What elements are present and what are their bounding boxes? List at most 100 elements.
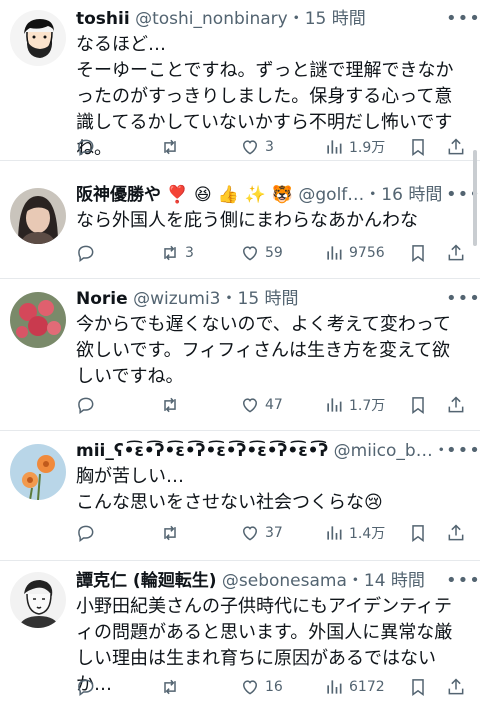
author-name[interactable]: Norie <box>76 289 128 309</box>
view-count: 1.7万 <box>349 398 386 414</box>
share-icon <box>448 524 464 541</box>
retweet-button[interactable] <box>160 392 185 418</box>
like-count: 16 <box>265 679 283 695</box>
like-button[interactable]: 37 <box>240 520 283 546</box>
like-count: 59 <box>265 245 283 261</box>
reply-feed: toshii @toshi_nonbinary・15 時間 ••• なるほど… … <box>0 0 480 708</box>
more-dots-icon[interactable]: ••• <box>446 6 480 32</box>
share-button[interactable] <box>446 392 466 418</box>
reply-text: 胸が苦しい… こんな思いをさせない社会つくらな😢 <box>76 466 383 513</box>
views-button[interactable]: 1.9万 <box>324 134 385 160</box>
share-button[interactable] <box>446 240 466 266</box>
author-name[interactable]: toshii <box>76 9 130 29</box>
like-count: 37 <box>265 525 283 541</box>
post-time[interactable]: ・14 時間 <box>347 571 425 591</box>
share-icon <box>448 678 464 695</box>
scrollbar[interactable] <box>473 150 477 246</box>
post-time[interactable]: ・15 時間 <box>288 9 366 29</box>
reply-item[interactable]: 譚克仁 (輪廻転生) @sebonesama・14 時間 ••• 小野田紀美さん… <box>0 560 480 708</box>
author-name[interactable]: 阪神優勝や ❣️ 😆 👍 ✨ 🐯 <box>76 185 293 205</box>
view-count: 6172 <box>349 679 385 695</box>
retweet-button[interactable]: 3 <box>160 240 194 266</box>
share-button[interactable] <box>446 134 466 160</box>
action-bar: 3 1.9万 <box>76 134 466 160</box>
like-button[interactable]: 59 <box>240 240 283 266</box>
more-dots-icon[interactable]: ••• <box>446 568 480 594</box>
views-button[interactable]: 6172 <box>324 674 385 700</box>
reply-button[interactable] <box>76 392 101 418</box>
bookmark-button[interactable] <box>408 674 428 700</box>
views-bar-icon <box>327 398 342 412</box>
heart-icon <box>242 526 258 541</box>
reply-bubble-icon <box>78 397 94 414</box>
woman-photo-avatar[interactable] <box>10 188 66 244</box>
like-button[interactable]: 47 <box>240 392 283 418</box>
author-handle[interactable]: @wizumi3 <box>133 289 220 309</box>
reply-header: Norie @wizumi3・15 時間 <box>76 286 444 312</box>
author-handle[interactable]: @toshi_nonbinary <box>135 9 288 29</box>
author-handle[interactable]: @golf… <box>298 185 364 205</box>
reply-item[interactable]: 阪神優勝や ❣️ 😆 👍 ✨ 🐯 @golf…・16 時間 ••• なら外国人を… <box>0 160 480 279</box>
bookmark-button[interactable] <box>408 134 428 160</box>
share-icon <box>448 396 464 413</box>
retweet-count: 3 <box>185 245 194 261</box>
retweet-button[interactable] <box>160 674 185 700</box>
author-name[interactable]: mii_ʕ•͡ɛ•͡ʔ•͡ɛ•͡ʔ•͡ɛ•͡ʔ•͡ɛ•͡ʔ•͡ɛ•͡ʔ <box>76 441 328 461</box>
more-dots-icon[interactable]: ••• <box>446 438 480 464</box>
sketch-man-avatar[interactable] <box>10 572 66 628</box>
reply-text: 今からでも遅くないので、よく考えて変わって欲しいです。フィフィさんは生き方を変え… <box>76 314 451 387</box>
bookmark-button[interactable] <box>408 392 428 418</box>
views-button[interactable]: 1.4万 <box>324 520 385 546</box>
reply-button[interactable] <box>76 240 101 266</box>
red-flowers-avatar[interactable] <box>10 292 66 348</box>
author-name[interactable]: 譚克仁 (輪廻転生) <box>76 571 216 591</box>
orange-flower-avatar[interactable] <box>10 444 66 500</box>
bookmark-icon <box>412 525 424 542</box>
reply-bubble-icon <box>78 245 94 262</box>
bookmark-icon <box>412 397 424 414</box>
like-button[interactable]: 3 <box>240 134 274 160</box>
view-count: 1.4万 <box>349 526 386 542</box>
heart-icon <box>242 246 258 261</box>
retweet-icon <box>164 679 176 695</box>
view-count: 9756 <box>349 245 385 261</box>
views-button[interactable]: 9756 <box>324 240 385 266</box>
retweet-button[interactable] <box>160 134 185 160</box>
share-button[interactable] <box>446 674 466 700</box>
reply-item[interactable]: Norie @wizumi3・15 時間 ••• 今からでも遅くないので、よく考… <box>0 278 480 431</box>
reply-header: 阪神優勝や ❣️ 😆 👍 ✨ 🐯 @golf…・16 時間 <box>76 182 444 208</box>
like-button[interactable]: 16 <box>240 674 283 700</box>
bookmark-icon <box>412 245 424 262</box>
post-time[interactable]: ・16 時間 <box>433 441 444 461</box>
views-button[interactable]: 1.7万 <box>324 392 385 418</box>
bookmark-button[interactable] <box>408 520 428 546</box>
heart-icon <box>242 398 258 413</box>
action-bar: 3 59 9756 <box>76 240 466 266</box>
share-button[interactable] <box>446 520 466 546</box>
action-bar: 37 1.4万 <box>76 520 466 546</box>
reply-button[interactable] <box>76 674 101 700</box>
author-handle[interactable]: @sebonesama <box>222 571 347 591</box>
views-bar-icon <box>327 140 342 154</box>
action-bar: 16 6172 <box>76 674 466 700</box>
more-dots-icon[interactable]: ••• <box>446 182 480 208</box>
post-time[interactable]: ・16 時間 <box>364 185 442 205</box>
share-icon <box>448 244 464 261</box>
reply-button[interactable] <box>76 520 101 546</box>
reply-bubble-icon <box>78 525 94 542</box>
action-bar: 47 1.7万 <box>76 392 466 418</box>
more-dots-icon[interactable]: ••• <box>446 286 480 312</box>
post-time[interactable]: ・15 時間 <box>221 289 299 309</box>
reply-item[interactable]: mii_ʕ•͡ɛ•͡ʔ•͡ɛ•͡ʔ•͡ɛ•͡ʔ•͡ɛ•͡ʔ•͡ɛ•͡ʔ @mii… <box>0 430 480 561</box>
views-bar-icon <box>327 680 342 694</box>
retweet-button[interactable] <box>160 520 185 546</box>
retweet-icon <box>164 525 176 541</box>
bookmark-icon <box>412 679 424 696</box>
reply-header: 譚克仁 (輪廻転生) @sebonesama・14 時間 <box>76 568 444 594</box>
cartoon-man-avatar[interactable] <box>10 10 66 66</box>
author-handle[interactable]: @miico_b… <box>334 441 433 461</box>
reply-item[interactable]: toshii @toshi_nonbinary・15 時間 ••• なるほど… … <box>0 0 480 161</box>
bookmark-button[interactable] <box>408 240 428 266</box>
bookmark-icon <box>412 139 424 156</box>
reply-button[interactable] <box>76 134 101 160</box>
